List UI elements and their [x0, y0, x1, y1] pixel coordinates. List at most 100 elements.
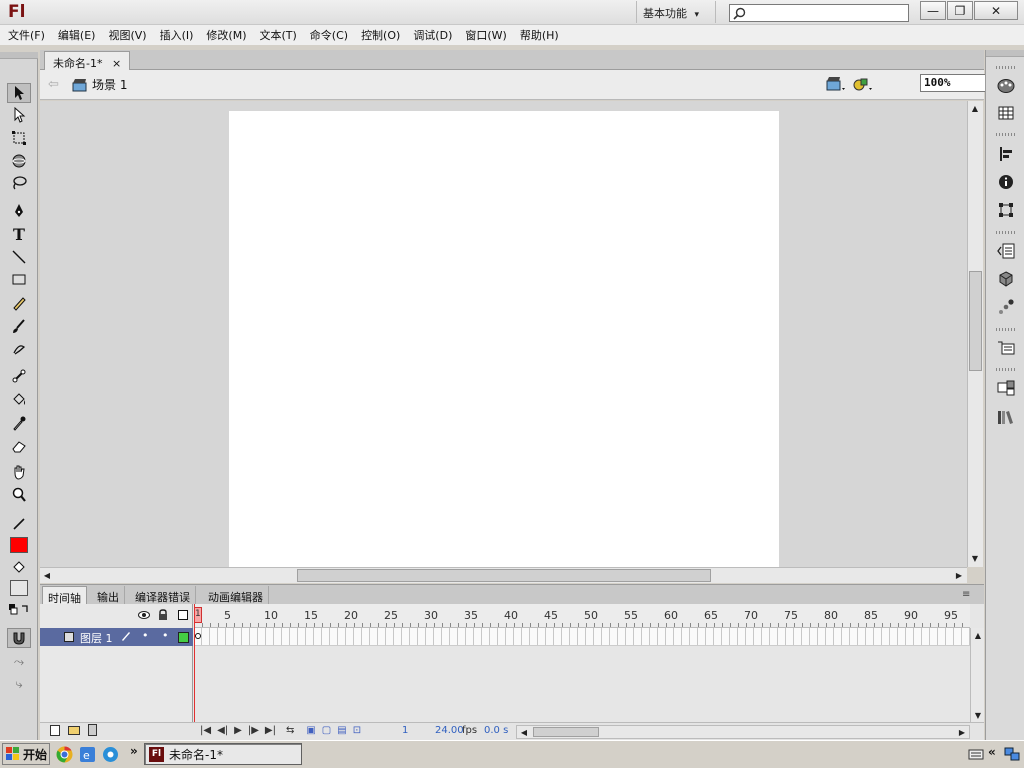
panel-group-grip[interactable]	[996, 368, 1016, 371]
pasteboard[interactable]	[40, 101, 967, 567]
selection-tool[interactable]	[7, 83, 31, 103]
scroll-up-arrow-icon[interactable]: ▲	[971, 628, 985, 642]
menu-control[interactable]: 控制(O)	[357, 27, 409, 43]
restore-button[interactable]: ❐	[947, 1, 973, 20]
menu-view[interactable]: 视图(V)	[104, 27, 155, 43]
new-layer-icon[interactable]	[50, 725, 60, 736]
minimize-button[interactable]: —	[920, 1, 946, 20]
vertical-scroll-thumb[interactable]	[969, 271, 982, 371]
scroll-right-arrow-icon[interactable]: ▶	[955, 725, 969, 739]
eye-icon[interactable]	[138, 610, 150, 623]
tab-compiler-errors[interactable]: 编译器错误	[130, 586, 196, 605]
network-tray-icon[interactable]	[1004, 746, 1020, 765]
library-panel-button[interactable]	[995, 378, 1017, 398]
tab-timeline[interactable]: 时间轴	[42, 586, 87, 605]
line-tool[interactable]	[7, 247, 31, 267]
horizontal-scrollbar[interactable]: ◀ ▶	[40, 567, 967, 583]
tab-output[interactable]: 输出	[92, 586, 125, 605]
onion-outline-icon[interactable]: ▢	[322, 725, 331, 736]
transform-panel-button[interactable]	[995, 200, 1017, 220]
snap-to-objects-option[interactable]	[7, 628, 31, 648]
panel-group-grip[interactable]	[996, 133, 1016, 136]
fps-readout[interactable]: 24.00	[435, 725, 464, 736]
media-icon[interactable]	[102, 746, 119, 766]
swatches-panel-button[interactable]	[995, 103, 1017, 123]
layer-lock-dot[interactable]: •	[162, 629, 169, 642]
panel-group-grip[interactable]	[996, 328, 1016, 331]
layer-color-swatch[interactable]	[178, 632, 189, 643]
tab-close-icon[interactable]: ×	[112, 57, 121, 70]
project-panel-button[interactable]	[995, 338, 1017, 358]
layer-visible-dot[interactable]: •	[142, 629, 149, 642]
fill-color-swatch[interactable]	[10, 580, 28, 596]
fill-color-control[interactable]	[7, 557, 31, 577]
swap-colors-control[interactable]	[7, 600, 31, 620]
scroll-down-arrow-icon[interactable]: ▼	[971, 708, 985, 722]
deco-tool[interactable]	[7, 339, 31, 359]
help-search-input[interactable]	[729, 4, 909, 22]
pen-tool[interactable]	[7, 201, 31, 221]
frame-row[interactable]	[194, 628, 970, 646]
eraser-tool[interactable]	[7, 436, 31, 456]
lock-icon[interactable]	[158, 609, 168, 624]
frame-ruler[interactable]: 1 5 10 15 20 25 30 35 40 45 50 55 60 65 …	[194, 604, 970, 628]
layer-name[interactable]: 图层 1	[80, 630, 113, 646]
dock-collapse-strip[interactable]	[986, 50, 1024, 57]
scroll-down-arrow-icon[interactable]: ▼	[968, 551, 982, 565]
vertical-scrollbar[interactable]: ▲ ▼	[967, 101, 983, 567]
new-folder-icon[interactable]	[68, 726, 80, 735]
hand-tool[interactable]	[7, 462, 31, 482]
timeline-vertical-scrollbar[interactable]: ▲ ▼	[970, 628, 984, 722]
straighten-option[interactable]: ⤷	[7, 674, 31, 694]
menu-insert[interactable]: 插入(I)	[156, 27, 203, 43]
subselection-tool[interactable]	[7, 105, 31, 125]
horizontal-scroll-thumb[interactable]	[297, 569, 711, 582]
free-transform-tool[interactable]	[7, 128, 31, 148]
loop-icon[interactable]: ⇆	[286, 725, 294, 736]
stroke-color-control[interactable]	[7, 514, 31, 534]
start-button[interactable]: 开始	[2, 743, 50, 765]
first-frame-icon[interactable]: |◀	[200, 725, 211, 736]
bone-tool[interactable]	[7, 366, 31, 386]
zoom-tool[interactable]	[7, 485, 31, 505]
scroll-left-arrow-icon[interactable]: ◀	[517, 725, 531, 739]
step-forward-icon[interactable]: |▶	[248, 725, 259, 736]
paint-bucket-tool[interactable]	[7, 390, 31, 410]
layer-row[interactable]: 图层 1 • •	[40, 628, 193, 646]
outline-icon[interactable]	[178, 610, 188, 620]
scene-breadcrumb[interactable]: 场景 1	[72, 76, 127, 93]
onion-markers-icon[interactable]: ⊡	[353, 725, 361, 736]
menu-file[interactable]: 文件(F)	[4, 27, 54, 43]
tab-motion-editor[interactable]: 动画编辑器	[203, 586, 269, 605]
text-tool[interactable]: T	[7, 224, 31, 244]
scroll-right-arrow-icon[interactable]: ▶	[952, 568, 966, 582]
timeline-scroll-thumb[interactable]	[533, 727, 599, 737]
step-back-icon[interactable]: ◀|	[217, 725, 228, 736]
panel-group-grip[interactable]	[996, 231, 1016, 234]
stage[interactable]	[229, 111, 779, 567]
color-panel-button[interactable]	[995, 76, 1017, 96]
workspace-switcher[interactable]: 基本功能 ▾	[636, 1, 716, 23]
menu-text[interactable]: 文本(T)	[255, 27, 305, 43]
onion-skin-icon[interactable]: ▣	[306, 725, 315, 736]
play-icon[interactable]: ▶	[234, 725, 242, 736]
current-frame-readout[interactable]: 1	[402, 725, 408, 736]
panel-group-grip[interactable]	[996, 66, 1016, 69]
back-arrow-icon[interactable]: ⇦	[48, 77, 59, 92]
eyedropper-tool[interactable]	[7, 413, 31, 433]
menu-commands[interactable]: 命令(C)	[306, 27, 357, 43]
keyboard-tray-icon[interactable]	[968, 747, 984, 764]
smooth-option[interactable]: ⤳	[7, 652, 31, 672]
taskbar-item-flash[interactable]: Fl 未命名-1*	[144, 743, 302, 765]
tools-collapse-strip[interactable]	[0, 52, 38, 59]
menu-edit[interactable]: 编辑(E)	[54, 27, 105, 43]
stroke-color-swatch[interactable]	[10, 537, 28, 553]
close-button[interactable]: ✕	[974, 1, 1018, 20]
chrome-icon[interactable]	[56, 746, 73, 766]
3d-rotation-tool[interactable]	[7, 151, 31, 171]
menu-debug[interactable]: 调试(D)	[409, 27, 461, 43]
common-libraries-panel-button[interactable]	[995, 407, 1017, 427]
menu-help[interactable]: 帮助(H)	[516, 27, 568, 43]
scroll-left-arrow-icon[interactable]: ◀	[40, 568, 54, 582]
actions-panel-button[interactable]	[995, 241, 1017, 261]
